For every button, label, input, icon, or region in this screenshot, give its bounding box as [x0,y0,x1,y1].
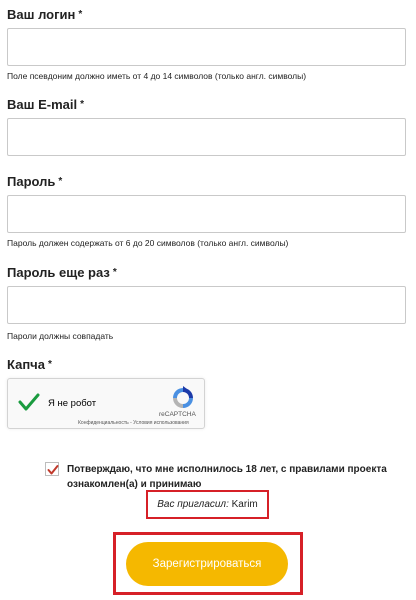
login-input[interactable] [8,29,405,65]
agree-checkbox[interactable] [45,462,59,476]
password-hint: Пароль должен содержать от 6 до 20 симво… [7,238,289,248]
invited-name: Karim [231,499,258,510]
required-mark: * [78,9,83,20]
checkmark-icon[interactable] [18,391,40,413]
password-repeat-field[interactable] [7,286,406,324]
email-field[interactable] [7,118,406,156]
captcha-label: Капча * [7,357,52,372]
password-repeat-hint: Пароли должны совпадать [7,331,114,341]
captcha-checkbox-label: Я не робот [48,398,97,409]
password-label: Пароль * [7,174,63,189]
password-field[interactable] [7,195,406,233]
password-repeat-label: Пароль еще раз * [7,265,117,280]
login-hint: Поле псевдоним должно иметь от 4 до 14 с… [7,71,307,81]
recaptcha-brand: reCAPTCHA [159,411,196,418]
login-field[interactable] [7,28,406,66]
required-mark: * [47,359,52,370]
password-repeat-input[interactable] [8,287,405,323]
email-input[interactable] [8,119,405,155]
recaptcha-links[interactable]: Конфиденциальность - Условия использован… [78,420,189,426]
required-mark: * [58,176,63,187]
recaptcha-widget[interactable]: Я не робот reCAPTCHA Конфиденциальность … [7,378,205,429]
required-mark: * [112,267,117,278]
password-input[interactable] [8,196,405,232]
invited-by: Вас пригласил: Karim [146,490,269,519]
register-button[interactable]: Зарегистрироваться [126,542,288,586]
required-mark: * [80,99,84,110]
checkmark-icon [47,465,59,475]
email-label: Ваш E-mail * [7,97,84,112]
invited-prefix: Вас пригласил: [157,499,229,510]
agree-text: Потверждаю, что мне исполнилось 18 лет, … [67,464,387,490]
recaptcha-logo-icon [173,386,193,408]
login-label: Ваш логин * [7,7,83,22]
